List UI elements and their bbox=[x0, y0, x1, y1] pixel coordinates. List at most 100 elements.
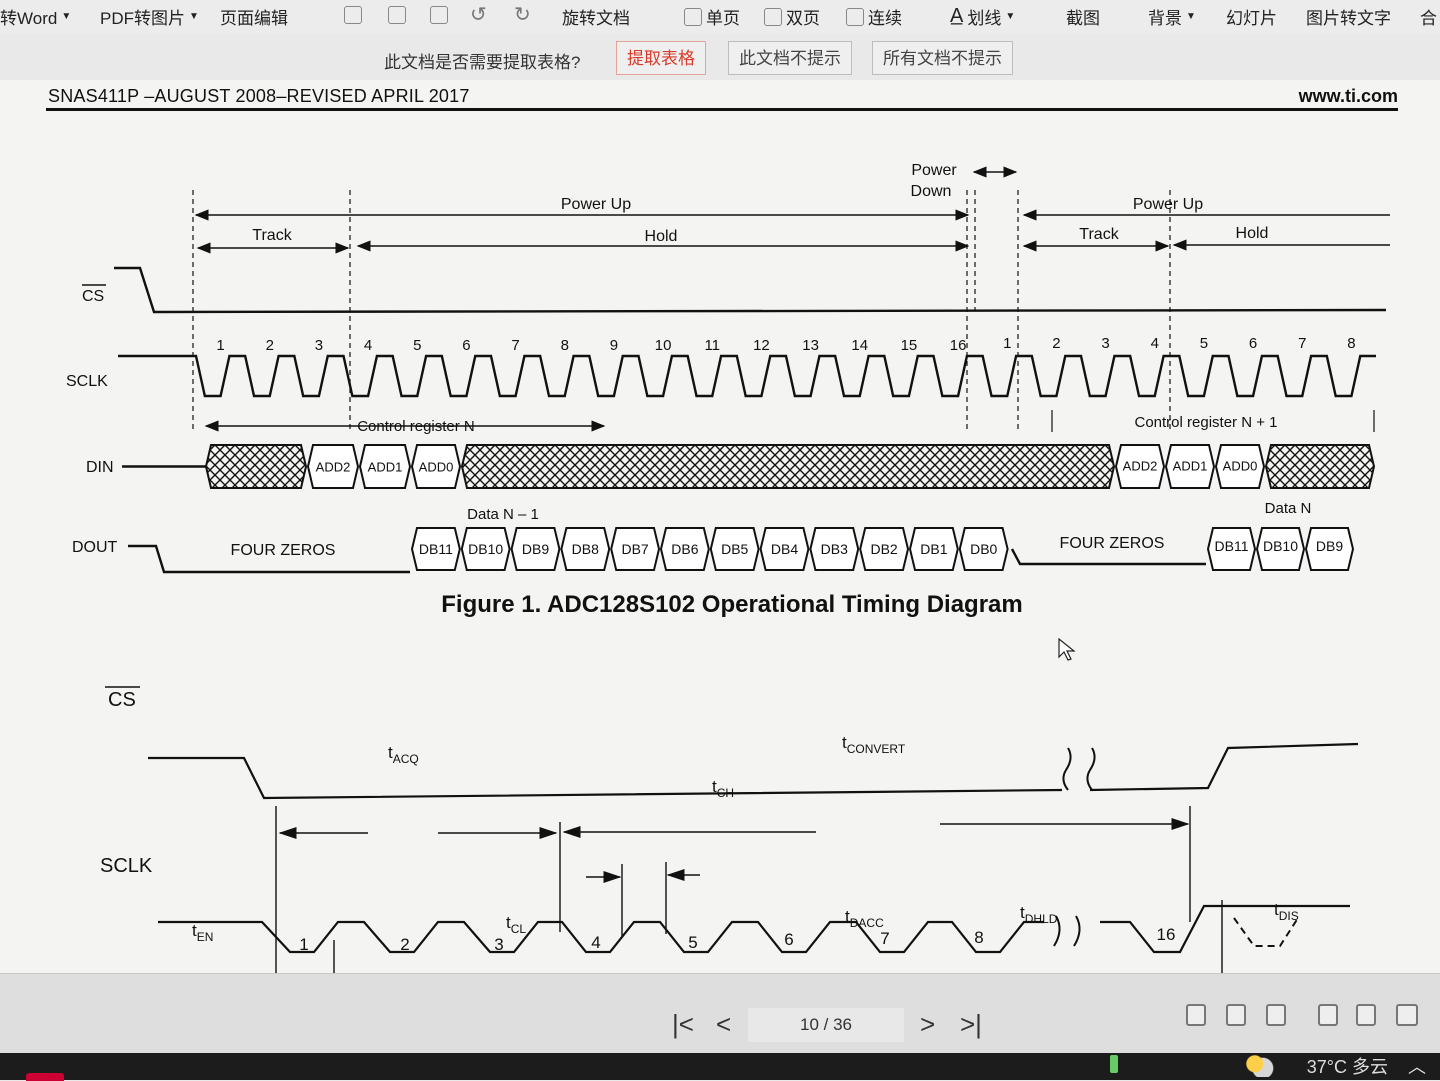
chevron-down-icon: ▼ bbox=[189, 11, 199, 22]
clock-number-fig2: 6 bbox=[784, 930, 793, 949]
no-prompt-all-docs-button[interactable]: 所有文档不提示 bbox=[872, 41, 1013, 75]
cs-signal-label-fig2: CS bbox=[108, 689, 136, 711]
clock-number-fig2: 2 bbox=[400, 935, 409, 954]
no-prompt-this-doc-button[interactable]: 此文档不提示 bbox=[728, 41, 852, 75]
dout-bit-label: DB8 bbox=[572, 541, 599, 557]
clock-number: 2 bbox=[266, 337, 274, 354]
prev-page-icon[interactable]: < bbox=[716, 1010, 731, 1038]
doc-website: www.ti.com bbox=[1298, 86, 1398, 106]
din-bit-label: ADD1 bbox=[368, 460, 403, 475]
background-menu[interactable]: 背景 ▼ bbox=[1148, 4, 1196, 29]
t-ch-label: tCH bbox=[712, 777, 734, 800]
power-down-label-line1: Power bbox=[911, 162, 957, 179]
clock-number: 1 bbox=[1003, 335, 1011, 352]
track-label: Track bbox=[252, 227, 292, 244]
clock-number: 10 bbox=[655, 337, 672, 354]
single-page-button[interactable]: 单页 bbox=[684, 4, 740, 29]
t-dis-label: tDIS bbox=[1274, 900, 1299, 923]
track-label-2: Track bbox=[1079, 226, 1119, 243]
sclk-signal-label-fig2: SCLK bbox=[100, 855, 153, 877]
convert-word-menu[interactable]: 转Word ▼ bbox=[0, 4, 71, 29]
cs-waveform-fig2 bbox=[148, 756, 1063, 800]
clock-number: 3 bbox=[1101, 335, 1109, 352]
screenshot-button[interactable]: 截图 bbox=[1066, 4, 1100, 29]
cs-waveform-fig2-tail bbox=[1089, 742, 1359, 792]
next-page-icon[interactable]: > bbox=[920, 1010, 935, 1038]
dout-bit-label: DB7 bbox=[621, 541, 648, 557]
power-down-label-line2: Down bbox=[911, 183, 952, 200]
clock-number: 1 bbox=[216, 337, 224, 354]
crop-page-icon[interactable] bbox=[388, 6, 406, 24]
weather-text[interactable]: 37°C 多云 bbox=[1307, 1053, 1388, 1079]
din-bit-label: ADD1 bbox=[1173, 459, 1208, 474]
app-toolbar: 转Word ▼ PDF转图片 ▼ 页面编辑 ↺ ↻ 旋转文档 单页 双页 连续 A̲… bbox=[0, 0, 1440, 34]
clock-number: 4 bbox=[1151, 335, 1159, 352]
dout-bit-label: DB9 bbox=[522, 541, 549, 557]
rotate-left-icon[interactable]: ↺ bbox=[470, 2, 487, 27]
chevron-down-icon: ▼ bbox=[61, 11, 72, 22]
underline-menu[interactable]: A̲ 划线 ▼ bbox=[950, 4, 1015, 29]
fit-view-icon[interactable] bbox=[1226, 1004, 1246, 1026]
cs-waveform bbox=[114, 266, 1387, 314]
sclk-waveform bbox=[118, 354, 1376, 398]
clock-number-fig2: 8 bbox=[974, 928, 983, 947]
din-dont-care bbox=[460, 444, 1116, 489]
figure-1-caption: Figure 1. ADC128S102 Operational Timing … bbox=[441, 591, 1023, 618]
extract-page-icon[interactable] bbox=[430, 6, 448, 24]
text-style-icon: A̲ bbox=[950, 5, 964, 27]
prompt-question: 此文档是否需要提取表格? bbox=[384, 53, 581, 72]
first-page-icon[interactable]: |< bbox=[672, 1010, 694, 1038]
power-up-label-2: Power Up bbox=[1133, 196, 1203, 213]
merge-button[interactable]: 合 bbox=[1420, 4, 1437, 29]
rotate-doc-button[interactable]: 旋转文档 bbox=[562, 4, 630, 29]
os-taskbar: 37°C 多云 ︿ bbox=[0, 1053, 1440, 1081]
double-view-icon[interactable] bbox=[1396, 1004, 1418, 1026]
pdf-to-image-menu[interactable]: PDF转图片 ▼ bbox=[100, 4, 199, 29]
fit-width-icon[interactable] bbox=[1266, 1004, 1286, 1026]
sclk-signal-label: SCLK bbox=[66, 373, 108, 390]
din-dont-care bbox=[204, 444, 308, 489]
clock-number-fig2: 16 bbox=[1157, 925, 1176, 944]
insert-page-icon[interactable] bbox=[344, 6, 362, 24]
dout-bit-label: DB11 bbox=[419, 541, 453, 557]
single-page-icon bbox=[684, 7, 702, 26]
page-indicator[interactable]: 10 / 36 bbox=[748, 1008, 904, 1042]
dout-bit-label: DB11 bbox=[1215, 538, 1249, 554]
page-view-icon[interactable] bbox=[1356, 1004, 1376, 1026]
clock-number-fig2: 3 bbox=[494, 935, 503, 954]
slideshow-button[interactable]: 幻灯片 bbox=[1226, 4, 1277, 29]
dout-bit-label: DB10 bbox=[468, 541, 503, 557]
clock-number: 6 bbox=[462, 337, 470, 354]
clock-number-fig2: 5 bbox=[688, 933, 697, 952]
page-navigation-bar: |< < 10 / 36 > >| bbox=[0, 973, 1440, 1054]
din-bit-label: ADD2 bbox=[1123, 459, 1158, 474]
page-edit-button[interactable]: 页面编辑 bbox=[220, 4, 288, 29]
sclk-waveform-fig2-tail bbox=[1100, 904, 1350, 954]
cs-break-marks bbox=[1062, 747, 1096, 791]
continuous-view-icon[interactable] bbox=[1318, 1004, 1338, 1026]
continuous-button[interactable]: 连续 bbox=[846, 4, 902, 29]
single-view-icon[interactable] bbox=[1186, 1004, 1206, 1026]
tray-chevron-icon[interactable]: ︿ bbox=[1408, 1053, 1426, 1079]
clock-number: 5 bbox=[1200, 335, 1208, 352]
timing-diagram-figure-1: Power Up Power Down Power Up Track Hold … bbox=[66, 162, 1390, 618]
dout-bit-label: DB2 bbox=[870, 541, 897, 557]
t-convert-label: tCONVERT bbox=[842, 733, 906, 756]
extract-table-button[interactable]: 提取表格 bbox=[616, 41, 706, 75]
mouse-cursor-icon bbox=[1058, 638, 1076, 661]
clock-number-fig2: 4 bbox=[591, 933, 600, 952]
dout-bit-label: DB10 bbox=[1263, 538, 1298, 554]
timing-diagram-figure-2: CS SCLK 1 2 3 4 5 6 7 8 16 tACQ tCONVERT tCH tEN… bbox=[100, 686, 1359, 993]
doc-header: SNAS411P –AUGUST 2008–REVISED APRIL 2017… bbox=[46, 84, 1398, 111]
sclk-waveform-fig2 bbox=[158, 920, 1044, 954]
clock-number: 6 bbox=[1249, 335, 1257, 352]
last-page-icon[interactable]: >| bbox=[960, 1010, 982, 1038]
rotate-right-icon[interactable]: ↻ bbox=[514, 2, 531, 27]
clock-number: 3 bbox=[315, 337, 323, 354]
dout-bit-label: DB5 bbox=[721, 541, 748, 557]
image-to-text-button[interactable]: 图片转文字 bbox=[1306, 4, 1391, 29]
clock-number: 16 bbox=[950, 337, 967, 354]
double-page-button[interactable]: 双页 bbox=[764, 4, 820, 29]
clock-number: 11 bbox=[704, 337, 720, 354]
battery-icon[interactable] bbox=[1110, 1055, 1118, 1073]
